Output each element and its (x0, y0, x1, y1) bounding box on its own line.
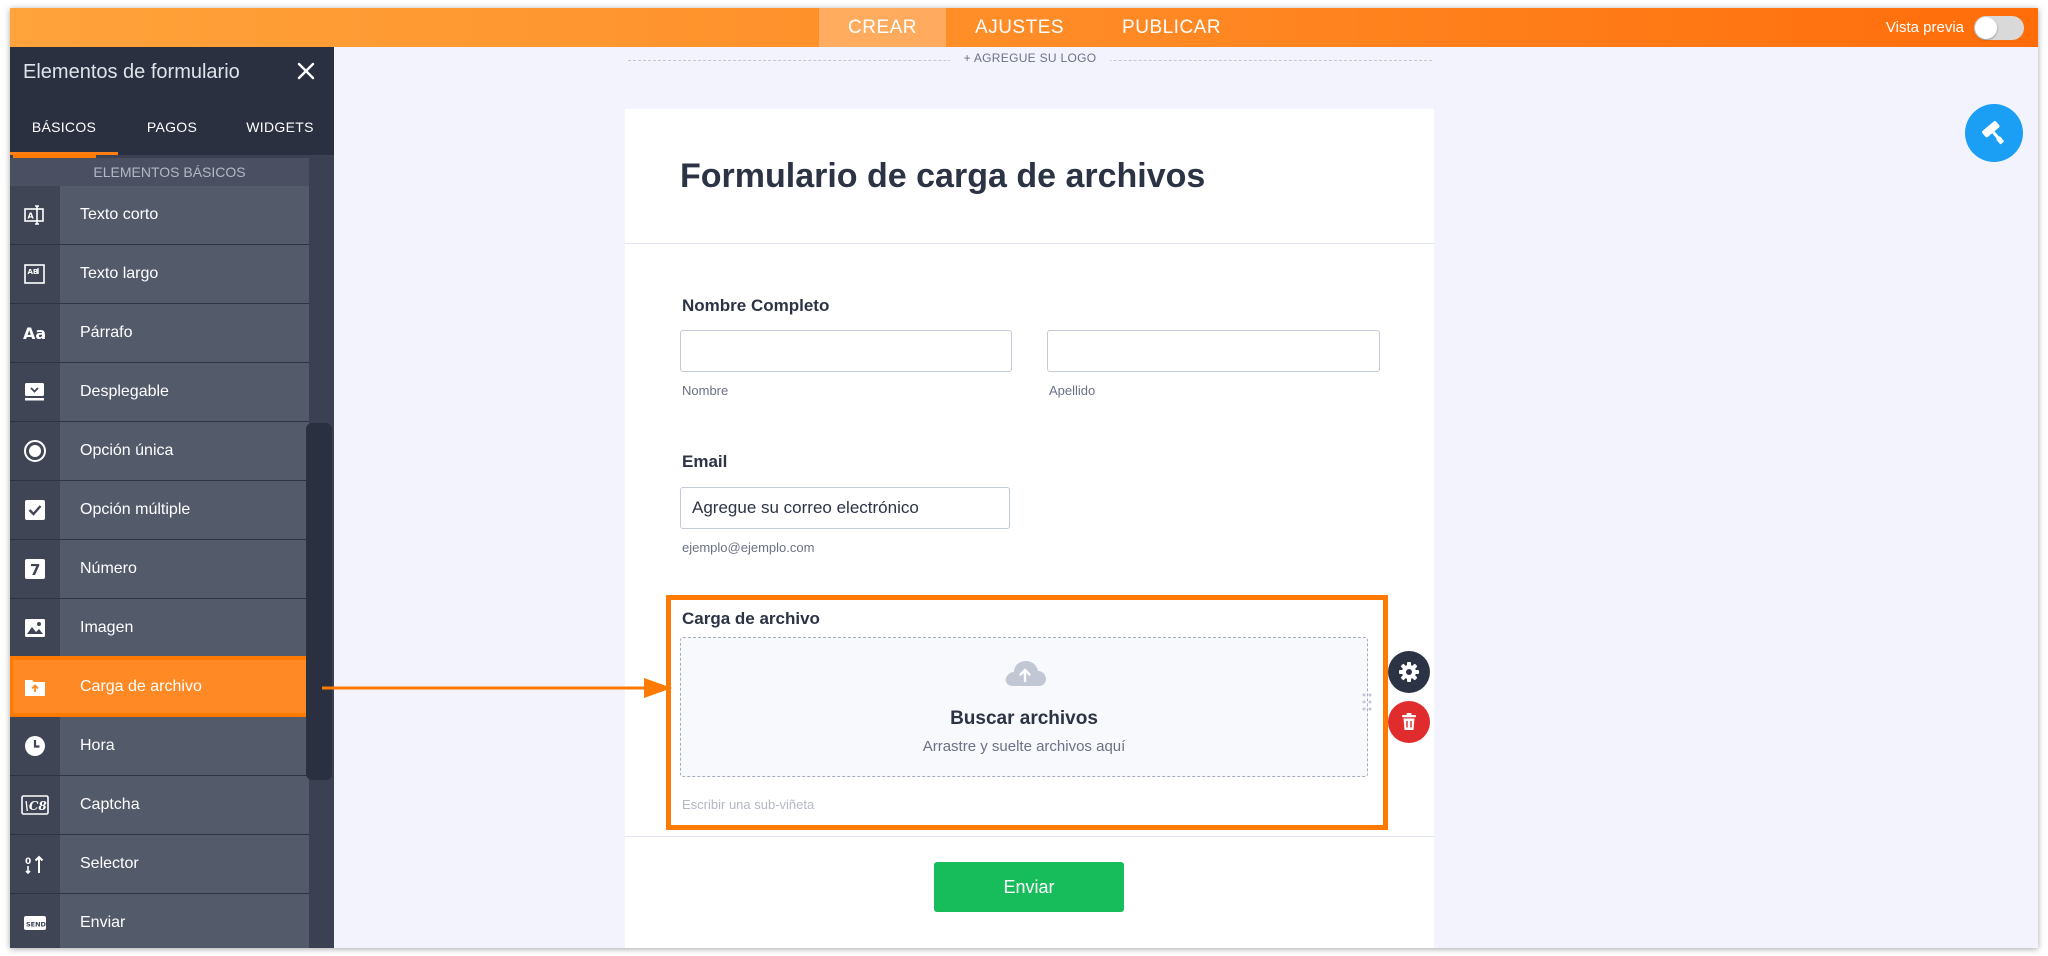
preview-control: Vista previa (1886, 8, 2024, 47)
sidebar-item-parrafo[interactable]: Aa Párrafo (10, 304, 309, 363)
full-name-label: Nombre Completo (682, 296, 830, 315)
form-designer-button[interactable] (1965, 104, 2023, 162)
sidebar-header: Elementos de formulario (10, 47, 334, 99)
preview-toggle[interactable] (1974, 15, 2024, 40)
first-name-field[interactable] (680, 330, 1012, 372)
tab-widgets[interactable]: WIDGETS (226, 99, 334, 155)
close-icon[interactable] (292, 57, 320, 85)
svg-text:SEND: SEND (26, 921, 47, 929)
paragraph-icon: Aa (10, 304, 60, 362)
sidebar-item-texto-largo[interactable]: AB Texto largo (10, 245, 309, 304)
svg-text:\C8: \C8 (25, 799, 48, 813)
email-field[interactable]: Agregue su correo electrónico (680, 487, 1010, 529)
highlight-box-upload-field (666, 595, 1388, 830)
clock-icon (10, 717, 60, 775)
highlight-box-upload-item (10, 656, 311, 717)
sidebar-item-label: Imagen (80, 619, 134, 636)
svg-text:Aa: Aa (23, 324, 46, 343)
trash-icon (1402, 713, 1416, 730)
sidebar-item-label: Texto largo (80, 265, 159, 282)
sidebar-item-opcion-multiple[interactable]: Opción múltiple (10, 481, 309, 540)
field-settings-button[interactable] (1388, 651, 1430, 693)
sidebar-item-hora[interactable]: Hora (10, 717, 309, 776)
preview-label: Vista previa (1885, 19, 1964, 36)
sidebar-item-label: Opción única (80, 442, 174, 459)
image-icon (10, 599, 60, 657)
sidebar-item-label: Selector (80, 855, 139, 872)
spinner-icon: 0 (10, 835, 60, 893)
sidebar-item-enviar[interactable]: SEND Enviar (10, 894, 309, 948)
tab-pagos[interactable]: PAGOS (118, 99, 226, 155)
form-card: Formulario de carga de archivos Nombre C… (625, 109, 1434, 948)
top-bar: CREAR AJUSTES PUBLICAR Vista previa (10, 8, 2038, 47)
form-title[interactable]: Formulario de carga de archivos (680, 157, 1205, 196)
sidebar-item-label: Desplegable (80, 383, 169, 400)
sidebar-item-label: Párrafo (80, 324, 133, 341)
gear-icon (1399, 662, 1419, 682)
sidebar-item-label: Hora (80, 737, 115, 754)
drag-handle-icon[interactable] (1361, 692, 1373, 712)
toggle-knob (1975, 16, 1997, 39)
section-label: ELEMENTOS BÁSICOS (10, 158, 309, 186)
svg-text:A: A (28, 212, 35, 221)
sidebar-scrollbar[interactable] (306, 423, 332, 780)
app-window: CREAR AJUSTES PUBLICAR Vista previa Elem… (10, 8, 2038, 948)
tab-publicar[interactable]: PUBLICAR (1093, 8, 1250, 47)
captcha-icon: \C8 (10, 776, 60, 834)
tab-basicos[interactable]: BÁSICOS (10, 99, 118, 155)
sidebar-item-label: Número (80, 560, 137, 577)
first-name-sublabel: Nombre (682, 383, 729, 398)
email-sublabel: ejemplo@ejemplo.com (682, 540, 815, 555)
last-name-field[interactable] (1047, 330, 1380, 372)
number-icon: 7 (10, 540, 60, 598)
svg-text:AB: AB (28, 268, 39, 276)
sidebar-item-desplegable[interactable]: Desplegable (10, 363, 309, 422)
send-icon: SEND (10, 894, 60, 948)
svg-text:7: 7 (30, 561, 40, 579)
short-text-icon: A (10, 186, 60, 244)
sidebar-item-label: Opción múltiple (80, 501, 191, 518)
svg-text:0: 0 (25, 857, 31, 867)
sidebar-item-numero[interactable]: 7 Número (10, 540, 309, 599)
submit-divider (625, 836, 1434, 837)
tab-ajustes[interactable]: AJUSTES (946, 8, 1093, 47)
radio-icon (10, 422, 60, 480)
sidebar-item-imagen[interactable]: Imagen (10, 599, 309, 658)
long-text-icon: AB (10, 245, 60, 303)
sidebar-item-opcion-unica[interactable]: Opción única (10, 422, 309, 481)
field-delete-button[interactable] (1388, 701, 1430, 743)
sidebar-item-carga-de-archivo[interactable]: Carga de archivo (10, 656, 311, 717)
email-label: Email (682, 452, 728, 471)
sidebar-item-selector[interactable]: 0 Selector (10, 835, 309, 894)
sidebar-item-label: Enviar (80, 914, 126, 931)
sidebar-title: Elementos de formulario (23, 61, 240, 83)
top-nav: CREAR AJUSTES PUBLICAR (819, 8, 1250, 47)
sidebar-item-texto-corto[interactable]: A Texto corto (10, 186, 309, 245)
sidebar-item-captcha[interactable]: \C8 Captcha (10, 776, 309, 835)
sidebar-item-label: Texto corto (80, 206, 159, 223)
sidebar-tabs: BÁSICOS PAGOS WIDGETS (10, 99, 334, 196)
dropdown-icon (10, 363, 60, 421)
title-divider (625, 243, 1434, 244)
form-elements-sidebar: Elementos de formulario BÁSICOS PAGOS WI… (10, 47, 334, 948)
annotation-arrow (322, 678, 672, 698)
paint-roller-icon (1982, 121, 2004, 145)
submit-button[interactable]: Enviar (934, 862, 1124, 912)
element-list: A Texto corto AB Texto largo Aa Párrafo (10, 186, 311, 948)
last-name-sublabel: Apellido (1049, 383, 1096, 398)
checkbox-icon (10, 481, 60, 539)
sidebar-item-label: Captcha (80, 796, 140, 813)
tab-crear[interactable]: CREAR (819, 8, 947, 47)
add-logo-link[interactable]: + AGREGUE SU LOGO (950, 51, 1110, 65)
